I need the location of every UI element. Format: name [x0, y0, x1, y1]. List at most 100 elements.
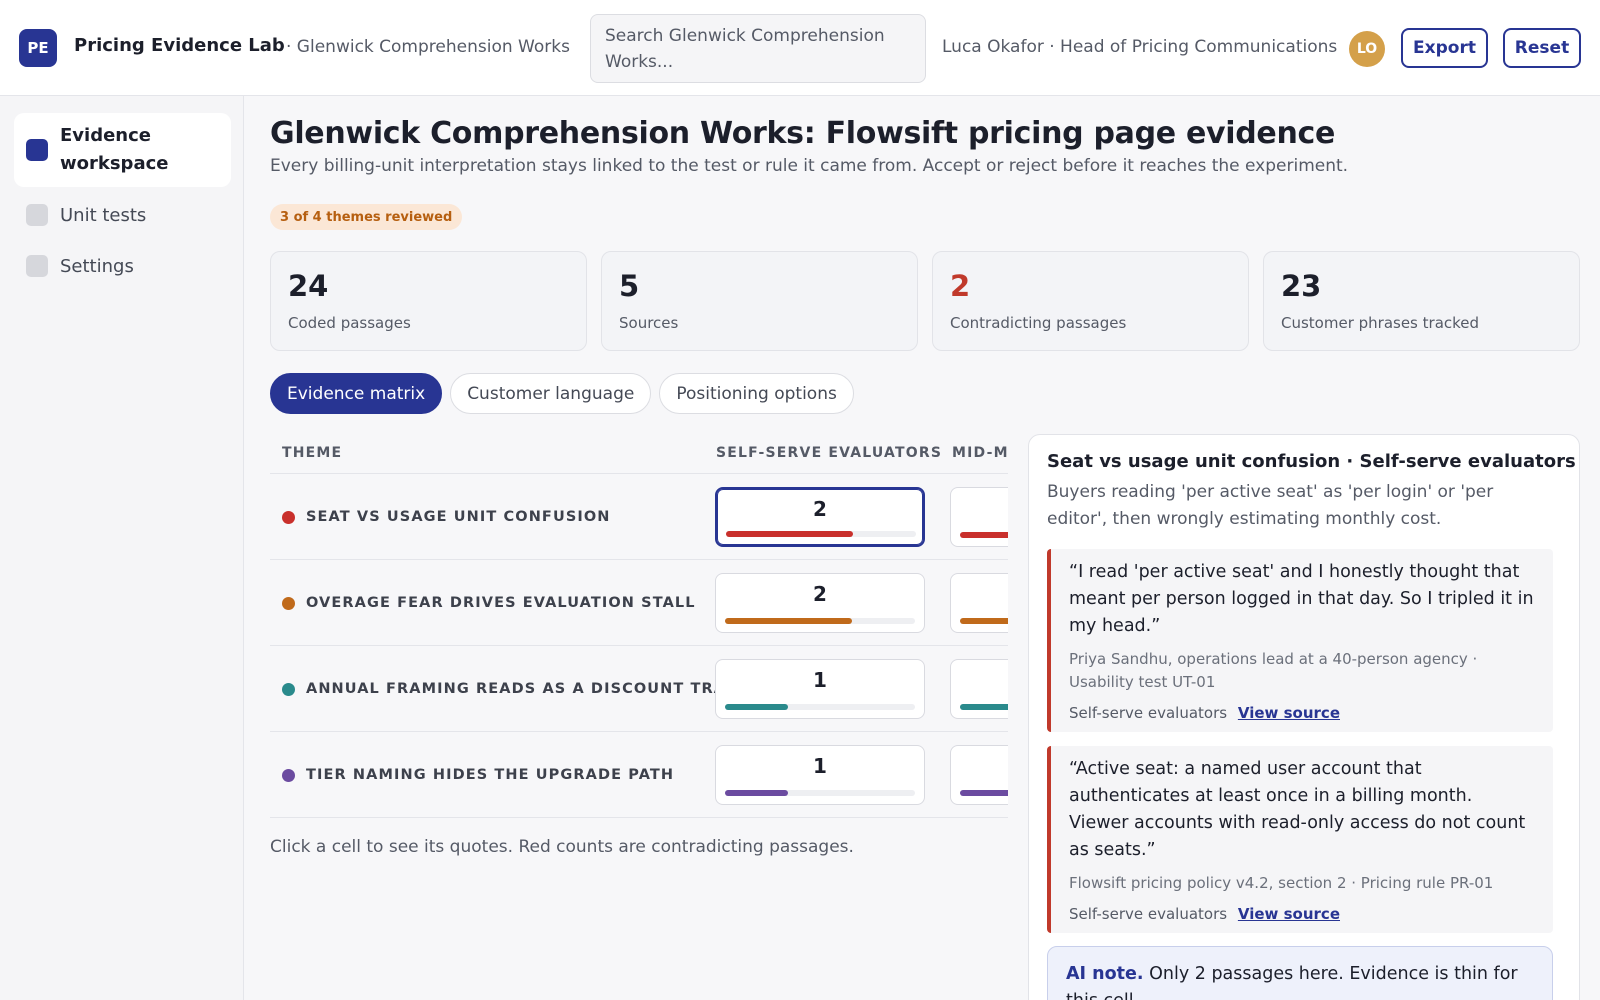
cell-bar-fill	[725, 790, 788, 796]
cell-bar-fill	[960, 532, 1008, 538]
theme-name: OVERAGE FEAR DRIVES EVALUATION STALL	[306, 595, 696, 611]
stat-card-customer-phrases: 23 Customer phrases tracked	[1263, 251, 1580, 351]
tab-evidence-matrix[interactable]: Evidence matrix	[270, 373, 443, 414]
cell-bar-track	[726, 531, 916, 537]
theme-name: TIER NAMING HIDES THE UPGRADE PATH	[306, 767, 675, 783]
cell-bar-fill	[960, 704, 1008, 710]
stat-label: Customer phrases tracked	[1281, 314, 1480, 332]
view-source-link[interactable]: View source	[1238, 905, 1340, 923]
table-row: TIER NAMING HIDES THE UPGRADE PATH 1	[270, 732, 1008, 818]
stats-row: 24 Coded passages 5 Sources 2 Contradict…	[270, 251, 1580, 351]
app-logo: PE	[19, 29, 57, 67]
evidence-cell-mid-market[interactable]	[950, 573, 1008, 633]
cell-bar-fill	[960, 790, 1008, 796]
stat-card-sources: 5 Sources	[601, 251, 918, 351]
top-bar: PE Pricing Evidence Lab · Glenwick Compr…	[0, 0, 1600, 96]
quote-card: “I read 'per active seat' and I honestly…	[1047, 549, 1553, 732]
cell-bar-fill	[725, 618, 853, 624]
ai-note-label: AI note.	[1066, 964, 1144, 984]
sidebar-item-evidence-workspace[interactable]: Evidence workspace	[14, 113, 231, 187]
cell-bar-track	[960, 532, 1008, 538]
cell-bar-fill	[960, 618, 1008, 624]
sidebar-item-unit-tests[interactable]: Unit tests	[14, 198, 231, 232]
page-title: Glenwick Comprehension Works: Flowsift p…	[270, 116, 1336, 151]
cell-bar-track	[725, 790, 915, 796]
cell-bar-track	[960, 790, 1008, 796]
stat-value: 5	[619, 269, 640, 303]
stat-label: Sources	[619, 314, 679, 332]
stat-card-coded-passages: 24 Coded passages	[270, 251, 587, 351]
tab-customer-language[interactable]: Customer language	[450, 373, 652, 414]
app-title: Pricing Evidence Lab	[74, 35, 285, 56]
cell-detail-panel: Seat vs usage unit confusion · Self-serv…	[1028, 434, 1580, 1000]
review-progress-badge: 3 of 4 themes reviewed	[270, 204, 463, 230]
reset-button[interactable]: Reset	[1503, 28, 1581, 68]
cell-bar-track	[960, 618, 1008, 624]
column-header-theme: THEME	[282, 445, 343, 461]
export-button[interactable]: Export	[1401, 28, 1488, 68]
quote-segment: Self-serve evaluators	[1069, 905, 1228, 923]
cell-bar-fill	[725, 704, 788, 710]
cell-bar-track	[725, 618, 915, 624]
stat-label: Coded passages	[288, 314, 411, 332]
evidence-cell-self-serve[interactable]: 2	[715, 573, 925, 633]
theme-color-dot	[282, 768, 295, 782]
quote-text: “I read 'per active seat' and I honestly…	[1069, 562, 1534, 636]
sidebar-item-label: Evidence workspace	[60, 125, 169, 174]
quote-footer: Self-serve evaluators View source	[1069, 704, 1535, 722]
cell-count: 2	[813, 582, 827, 606]
cell-count: 1	[813, 668, 827, 692]
theme-label: OVERAGE FEAR DRIVES EVALUATION STALL	[282, 560, 696, 646]
cell-bar-track	[725, 704, 915, 710]
main-content: Glenwick Comprehension Works: Flowsift p…	[244, 96, 1600, 1000]
view-source-link[interactable]: View source	[1238, 704, 1340, 722]
quote-segment: Self-serve evaluators	[1069, 704, 1228, 722]
evidence-cell-mid-market[interactable]	[950, 659, 1008, 719]
theme-color-dot	[282, 510, 295, 524]
avatar[interactable]: LO	[1349, 31, 1385, 67]
theme-label: ANNUAL FRAMING READS AS A DISCOUNT TRAP	[282, 646, 738, 732]
theme-color-dot	[282, 682, 295, 696]
evidence-cell-mid-market[interactable]	[950, 487, 1008, 547]
quote-attribution: Priya Sandhu, operations lead at a 40-pe…	[1069, 650, 1478, 691]
cell-count: 1	[813, 754, 827, 778]
matrix-hint: Click a cell to see its quotes. Red coun…	[270, 837, 854, 857]
evidence-cell-self-serve[interactable]: 2	[715, 487, 925, 547]
quote-footer: Self-serve evaluators View source	[1069, 905, 1535, 923]
column-header-mid-market: MID-MA	[952, 445, 1008, 461]
evidence-workspace-icon	[26, 139, 48, 161]
cell-bar-track	[960, 704, 1008, 710]
detail-title: Seat vs usage unit confusion · Self-serv…	[1047, 451, 1576, 472]
ai-note: AI note. Only 2 passages here. Evidence …	[1047, 946, 1553, 1000]
evidence-cell-self-serve[interactable]: 1	[715, 659, 925, 719]
tab-positioning-options[interactable]: Positioning options	[659, 373, 854, 414]
stat-card-contradicting-passages: 2 Contradicting passages	[932, 251, 1249, 351]
search-input[interactable]: Search Glenwick Comprehension Works...	[590, 14, 926, 83]
sidebar-item-label: Settings	[60, 255, 134, 277]
stat-value: 23	[1281, 269, 1322, 303]
cell-count: 2	[813, 497, 827, 521]
sidebar-item-label: Unit tests	[60, 204, 147, 226]
stat-label: Contradicting passages	[950, 314, 1127, 332]
column-header-self-serve: SELF-SERVE EVALUATORS	[716, 445, 943, 461]
theme-name: SEAT VS USAGE UNIT CONFUSION	[306, 509, 611, 525]
theme-label: SEAT VS USAGE UNIT CONFUSION	[282, 474, 611, 560]
settings-icon	[26, 255, 48, 277]
view-tabs: Evidence matrix Customer language Positi…	[270, 373, 862, 415]
cell-bar-fill	[726, 531, 854, 537]
evidence-cell-mid-market[interactable]	[950, 745, 1008, 805]
quote-text: “Active seat: a named user account that …	[1069, 759, 1526, 860]
theme-color-dot	[282, 596, 295, 610]
quote-card: “Active seat: a named user account that …	[1047, 746, 1553, 933]
stat-value: 24	[288, 269, 329, 303]
evidence-cell-self-serve[interactable]: 1	[715, 745, 925, 805]
quote-attribution: Flowsift pricing policy v4.2, section 2 …	[1069, 874, 1494, 892]
user-info: Luca Okafor · Head of Pricing Communicat…	[942, 37, 1338, 57]
page-subtitle: Every billing-unit interpretation stays …	[270, 156, 1349, 176]
sidebar-item-settings[interactable]: Settings	[14, 249, 231, 283]
table-row: ANNUAL FRAMING READS AS A DISCOUNT TRAP …	[270, 646, 1008, 732]
detail-description: Buyers reading 'per active seat' as 'per…	[1047, 482, 1494, 529]
theme-name: ANNUAL FRAMING READS AS A DISCOUNT TRAP	[306, 681, 738, 697]
unit-tests-icon	[26, 204, 48, 226]
table-row: OVERAGE FEAR DRIVES EVALUATION STALL 2	[270, 560, 1008, 646]
